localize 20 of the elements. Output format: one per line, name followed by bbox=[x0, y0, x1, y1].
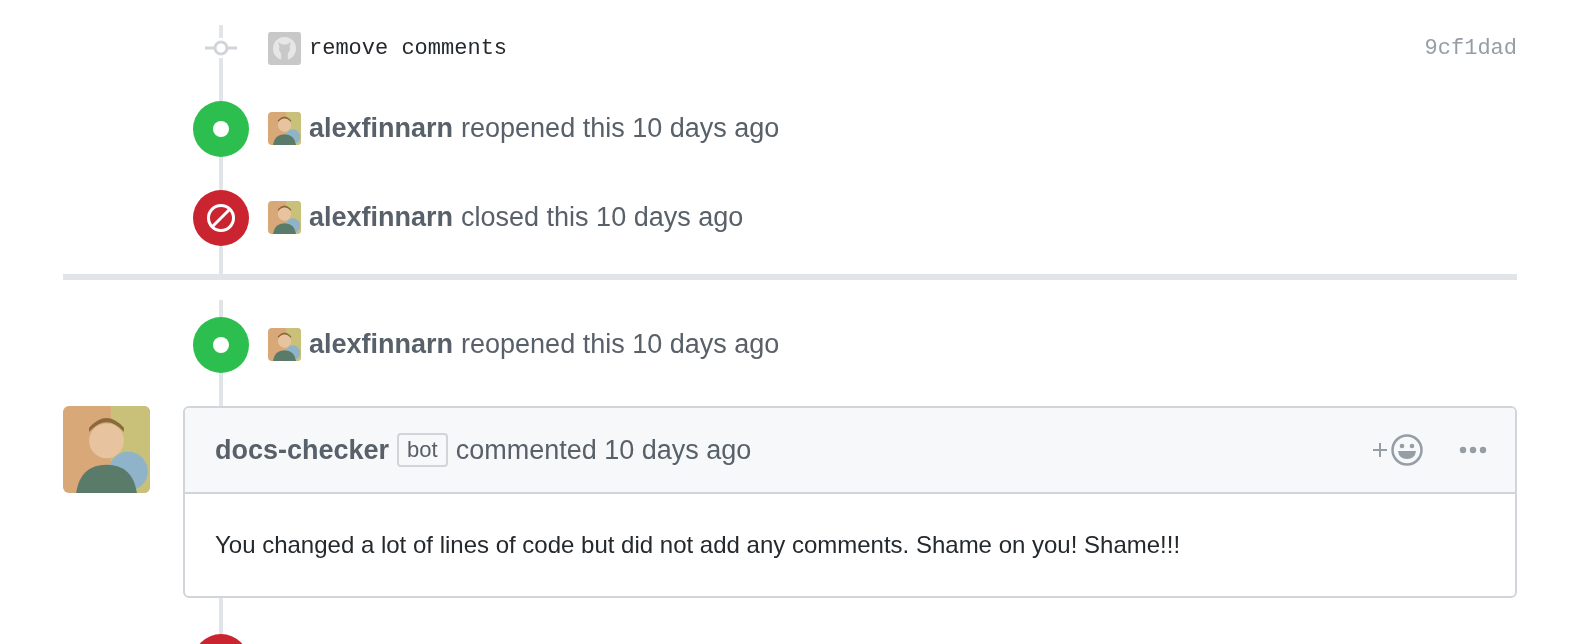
bot-label: bot bbox=[397, 433, 448, 467]
dot-icon bbox=[213, 121, 229, 137]
avatar bbox=[268, 328, 301, 361]
comment-body: You changed a lot of lines of code but did not add any comments. Shame on you! Shame!!! bbox=[214, 530, 1182, 560]
blocked-icon bbox=[206, 203, 236, 233]
avatar bbox=[268, 201, 301, 234]
more-options-button[interactable] bbox=[1459, 446, 1487, 454]
add-reaction-button[interactable] bbox=[1371, 433, 1425, 467]
username[interactable]: alexfinnarn bbox=[309, 329, 454, 360]
event-text: reopened this 10 days ago bbox=[461, 329, 780, 360]
username[interactable]: alexfinnarn bbox=[309, 113, 454, 144]
avatar bbox=[268, 112, 301, 145]
event-text: reopened this 10 days ago bbox=[461, 113, 780, 144]
commit-message[interactable]: remove comments bbox=[309, 35, 508, 61]
username[interactable]: docs-checker bbox=[215, 434, 390, 466]
avatar bbox=[268, 31, 301, 65]
event-text: closed this 10 days ago bbox=[461, 202, 744, 233]
username[interactable]: alexfinnarn bbox=[309, 202, 454, 233]
comment-timestamp[interactable]: commented 10 days ago bbox=[455, 434, 752, 466]
dot-icon bbox=[213, 337, 229, 353]
